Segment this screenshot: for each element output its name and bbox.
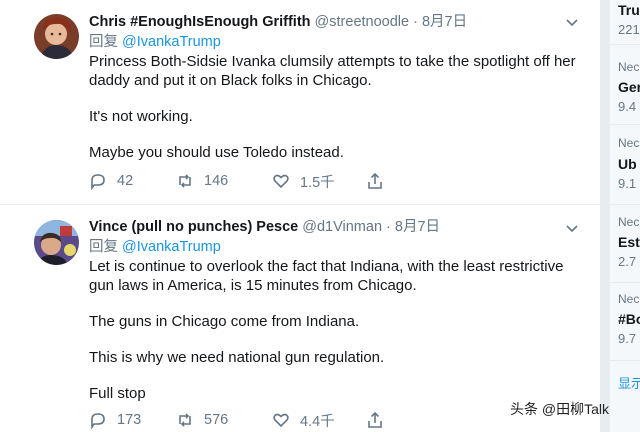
avatar[interactable] [34, 220, 79, 265]
trend-count: 9.7 [618, 331, 637, 346]
trend-count: 9.1 [618, 176, 637, 191]
reply-prefix: 回复 [89, 34, 118, 50]
like-button[interactable]: 1.5千 [272, 171, 366, 192]
reply-context: 回复 @IvankaTrump [89, 237, 582, 257]
retweet-icon [179, 174, 191, 188]
tweet-text: Let is continue to overlook the fact tha… [89, 257, 582, 403]
like-count: 4.4千 [300, 413, 335, 430]
trend-kicker: Nec [618, 215, 640, 229]
display-name[interactable]: Vince (pull no punches) Pesce [89, 219, 298, 235]
tweet-header: Vince (pull no punches) Pesce @d1Vinman … [89, 219, 582, 237]
source-watermark: 头条 @田柳Talk [510, 401, 609, 417]
reply-count: 42 [117, 173, 134, 189]
user-handle[interactable]: @streetnoodle [315, 14, 410, 30]
timeline: Chris #EnoughIsEnough Griffith @streetno… [0, 0, 600, 432]
tweet-actions: 173 576 4.4千 [89, 410, 384, 430]
tweet-date[interactable]: 8月7日 [422, 14, 467, 30]
tweet-date[interactable]: 8月7日 [395, 219, 440, 235]
reply-prefix: 回复 [89, 239, 118, 255]
tweet-paragraph: Princess Both-Sidsie Ivanka clumsily att… [89, 53, 576, 89]
reply-icon [91, 413, 105, 429]
tweet-paragraph: This is why we need national gun regulat… [89, 349, 385, 366]
tweet-text: Princess Both-Sidsie Ivanka clumsily att… [89, 52, 582, 162]
tweet-body: Chris #EnoughIsEnough Griffith @streetno… [89, 14, 582, 162]
heart-icon [273, 413, 289, 428]
retweet-button[interactable]: 576 [176, 411, 272, 429]
share-button[interactable] [366, 411, 384, 429]
trend-title[interactable]: Est [618, 234, 640, 250]
reply-button[interactable]: 173 [89, 411, 176, 429]
trend-title[interactable]: Ger [618, 79, 640, 95]
show-more-link[interactable]: 显示 [618, 373, 640, 392]
tweet-body: Vince (pull no punches) Pesce @d1Vinman … [89, 219, 582, 403]
share-icon [368, 172, 382, 189]
column-gutter [600, 0, 610, 432]
avatar-image [34, 14, 79, 59]
avatar[interactable] [34, 14, 79, 59]
share-button[interactable] [366, 172, 384, 190]
trend-title[interactable]: Ub [618, 156, 637, 172]
separator-dot: · [413, 14, 418, 30]
heart-icon [273, 174, 289, 189]
tweet-paragraph: Full stop [89, 385, 146, 402]
tweet-paragraph: Let is continue to overlook the fact tha… [89, 258, 564, 294]
mention-link[interactable]: @IvankaTrump [122, 34, 221, 50]
trend-kicker: Nec [618, 292, 640, 306]
retweet-count: 576 [204, 412, 229, 428]
retweet-icon [179, 413, 191, 427]
retweet-count: 146 [204, 173, 229, 189]
mention-link[interactable]: @IvankaTrump [122, 239, 221, 255]
retweet-button[interactable]: 146 [176, 172, 272, 190]
reply-button[interactable]: 42 [89, 172, 176, 190]
avatar-image [34, 220, 79, 265]
tweet-paragraph: Maybe you should use Toledo instead. [89, 144, 344, 161]
trend-kicker: Nec [618, 60, 640, 74]
trend-count: 221 [618, 22, 640, 37]
tweet-paragraph: It's not working. [89, 108, 193, 125]
trend-count: 9.4 [618, 99, 637, 114]
trend-count: 2.7 [618, 254, 637, 269]
tweet-header: Chris #EnoughIsEnough Griffith @streetno… [89, 14, 582, 32]
user-handle[interactable]: @d1Vinman [302, 219, 382, 235]
trend-title[interactable]: #Bo [618, 311, 640, 327]
trend-kicker: Nec [618, 136, 640, 150]
trends-sidebar: Tru 221 Nec Ger 9.4 Nec Ub 9.1 Nec Est 2… [610, 0, 640, 432]
trend-title[interactable]: Tru [618, 2, 640, 18]
share-icon [368, 411, 382, 428]
display-name[interactable]: Chris #EnoughIsEnough Griffith [89, 14, 311, 30]
tweet-paragraph: The guns in Chicago come from Indiana. [89, 313, 360, 330]
like-count: 1.5千 [300, 174, 335, 191]
reply-context: 回复 @IvankaTrump [89, 32, 582, 52]
reply-count: 173 [117, 412, 142, 428]
like-button[interactable]: 4.4千 [272, 410, 366, 431]
reply-icon [91, 174, 105, 190]
separator-dot: · [386, 219, 391, 235]
tweet-actions: 42 146 1.5千 [89, 171, 384, 191]
